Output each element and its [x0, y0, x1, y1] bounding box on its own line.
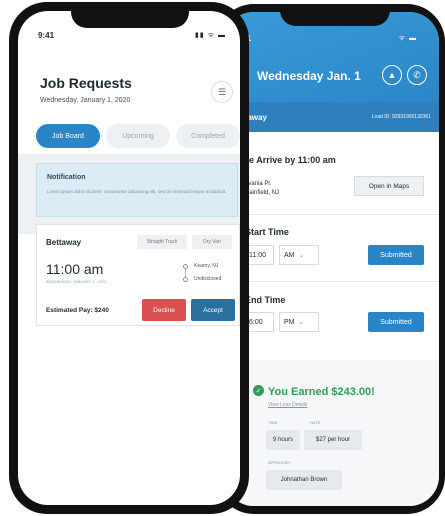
- shift-end-ampm-select[interactable]: PM ⌄: [279, 312, 319, 332]
- load-id: Load ID: 92931902132361: [371, 114, 431, 120]
- divider: [224, 214, 439, 215]
- status-time: 9:41: [38, 31, 55, 40]
- shift-end-ampm: PM: [284, 318, 295, 326]
- shift-start-ampm-select[interactable]: AM ⌄: [279, 245, 319, 265]
- rate-label: RATE: [310, 420, 321, 425]
- detail-date: Wednesday Jan. 1: [257, 69, 361, 83]
- back-phone-frame: 41 ᯤ ▬ Wednesday Jan. 1 ▲ ✆ ttaway Load …: [216, 4, 445, 514]
- check-circle-icon: ✓: [253, 385, 264, 396]
- time-label: TIME: [268, 420, 278, 425]
- company-bar: ttaway Load ID: 92931902132361: [224, 102, 439, 132]
- divider: [224, 281, 439, 282]
- chevron-down-icon: ⌄: [298, 252, 305, 259]
- job-time: 11:00 am: [46, 261, 104, 277]
- tab-upcoming[interactable]: Upcoming: [106, 124, 170, 148]
- shift-start-ampm: AM: [284, 251, 295, 259]
- origin-text: Kearny, NJ: [194, 263, 219, 269]
- back-phone-screen: 41 ᯤ ▬ Wednesday Jan. 1 ▲ ✆ ttaway Load …: [224, 12, 439, 506]
- estimated-pay: Estimated Pay: $240: [46, 307, 109, 314]
- chevron-down-icon: ⌄: [298, 319, 305, 326]
- front-phone-frame: 9:41 ▮▮ ᯤ ▬ Job Requests Wednesday, Janu…: [9, 2, 249, 514]
- notification-body: Lorem ipsum dolor sit amet, consectetur …: [47, 189, 227, 194]
- sliders-icon[interactable]: ☰: [211, 81, 233, 103]
- notification-title: Notification: [47, 174, 86, 181]
- approver-label: APPROVER: [268, 460, 291, 465]
- notification-card: Notification Lorem ipsum dolor sit amet,…: [36, 163, 238, 217]
- navigation-icon[interactable]: ▲: [382, 65, 402, 85]
- decline-button[interactable]: Decline: [142, 299, 186, 321]
- tab-completed[interactable]: Completed: [176, 124, 240, 148]
- front-phone-screen: 9:41 ▮▮ ᯤ ▬ Job Requests Wednesday, Janu…: [18, 11, 240, 505]
- destination-dot-icon: [183, 277, 188, 282]
- shift-start-hour: 11:00: [249, 251, 266, 259]
- truck-type-tag: Straight Truck: [137, 235, 187, 249]
- job-card[interactable]: Bettaway Straight Truck Dry Van 11:00 am…: [36, 224, 240, 326]
- destination-text: Undisclosed: [194, 276, 222, 282]
- back-phone-notch: [280, 4, 390, 26]
- status-icons: ᯤ ▬: [398, 35, 417, 42]
- shift-end-hour: 6:00: [249, 318, 263, 326]
- shift-end-submitted-button[interactable]: Submitted: [368, 312, 424, 332]
- page-title: Job Requests: [40, 75, 132, 91]
- earnings-panel: ✓ You Earned $243.00! View Less Details …: [224, 360, 439, 506]
- earned-title: You Earned $243.00!: [268, 386, 375, 398]
- shift-start-submitted-button[interactable]: Submitted: [368, 245, 424, 265]
- rate-chip: $27 per hour: [304, 430, 362, 450]
- view-less-details-link[interactable]: View Less Details: [268, 402, 307, 408]
- status-icons: ▮▮ ᯤ ▬: [195, 32, 226, 39]
- page-subtitle: Wednesday, January 1, 2020: [40, 97, 131, 104]
- tab-job-board[interactable]: Job Board: [36, 124, 100, 148]
- job-date: WEDNESDAY, JANUARY 1, 2020: [46, 280, 107, 284]
- accept-button[interactable]: Accept: [191, 299, 235, 321]
- phone-icon[interactable]: ✆: [407, 65, 427, 85]
- approver-chip: Johnathan Brown: [266, 470, 342, 490]
- job-company: Bettaway: [46, 238, 82, 247]
- hours-chip: 9 hours: [266, 430, 300, 450]
- open-in-maps-button[interactable]: Open in Maps: [354, 176, 424, 196]
- front-phone-notch: [71, 2, 189, 28]
- trailer-type-tag: Dry Van: [192, 235, 232, 249]
- arrive-by-title: ease Arrive by 11:00 am: [234, 155, 336, 165]
